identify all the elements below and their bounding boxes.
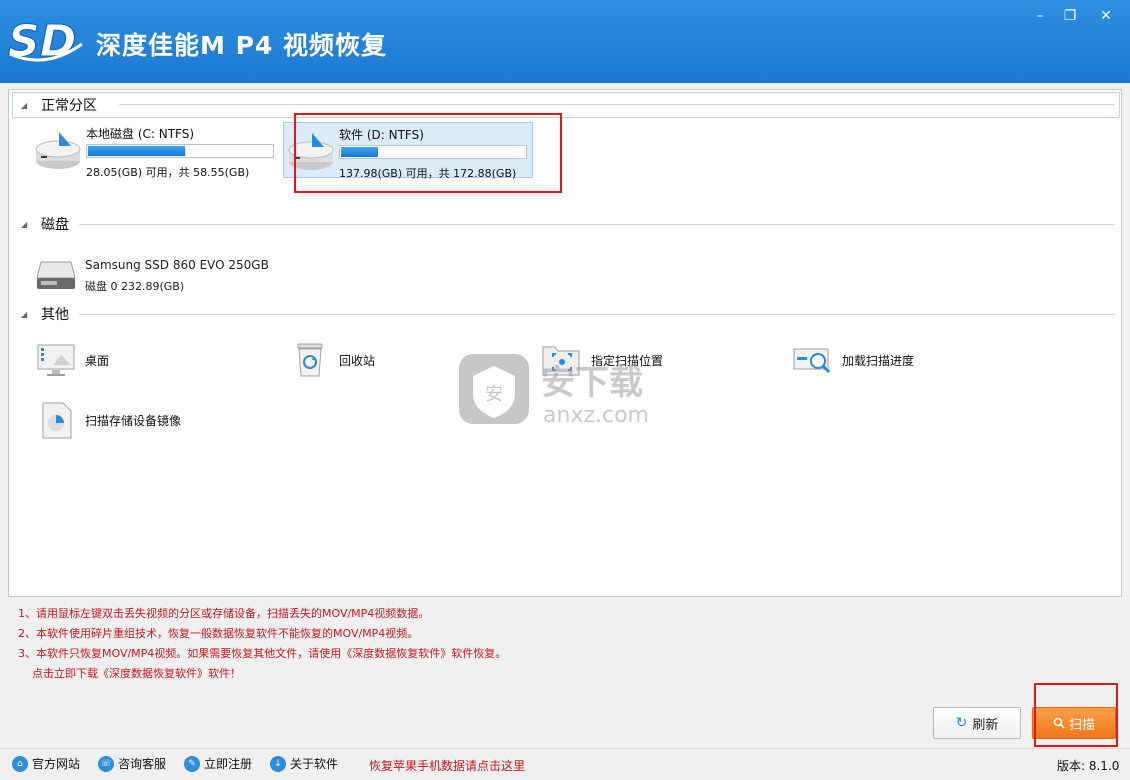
partitions-section-header-box (12, 92, 1120, 118)
other-item-load-progress[interactable]: 加载扫描进度 (792, 340, 914, 380)
minimize-button[interactable]: – (1027, 4, 1053, 28)
status-bar: ⌂ 官方网站 ☏ 咨询客服 ✎ 立即注册 ↓ 关于软件 恢复苹果手机数据请点击这… (0, 748, 1130, 780)
disk-name: Samsung SSD 860 EVO 250GB (85, 258, 269, 272)
partition-usage: 28.05(GB) 可用，共 58.55(GB) (86, 166, 250, 179)
other-item-label: 扫描存储设备镜像 (85, 413, 182, 428)
main-panel: ◢ 正常分区 本地磁盘 (C: NTFS) 28.05(GB) 可用，共 58.… (8, 89, 1122, 597)
section-label: 其他 (41, 307, 69, 323)
refresh-button[interactable]: ↻ 刷新 (933, 707, 1021, 739)
collapse-triangle-icon[interactable]: ◢ (21, 101, 31, 110)
tip-line: 3、本软件只恢复MOV/MP4视频。如果需要恢复其他文件，请使用《深度数据恢复软… (18, 647, 507, 660)
other-item-recycle-bin[interactable]: 回收站 (289, 340, 375, 380)
hard-disk-icon (36, 261, 76, 289)
tips-panel: 1、请用鼠标左键双击丢失视频的分区或存储设备，扫描丢失的MOV/MP4视频数据。… (18, 604, 506, 684)
svg-text:安: 安 (485, 384, 503, 405)
partition-item-c[interactable]: 本地磁盘 (C: NTFS) 28.05(GB) 可用，共 58.55(GB) (31, 122, 281, 179)
partition-item-d[interactable]: 软件 (D: NTFS) 137.98(GB) 可用，共 172.88(GB) (283, 122, 533, 180)
refresh-label: 刷新 (972, 717, 999, 733)
status-link-label: 关于软件 (290, 757, 339, 771)
tip-line: 2、本软件使用碎片重组技术，恢复一般数据恢复软件不能恢复的MOV/MP4视频。 (18, 627, 419, 640)
watermark-logo: 安 安下载 anxz.com (459, 354, 649, 428)
register-link[interactable]: ✎ 立即注册 (184, 755, 252, 772)
status-link-label: 咨询客服 (118, 757, 167, 771)
scan-label: 扫描 (1068, 717, 1095, 733)
tip-line: 1、请用鼠标左键双击丢失视频的分区或存储设备，扫描丢失的MOV/MP4视频数据。 (18, 607, 430, 620)
collapse-triangle-icon[interactable]: ◢ (21, 220, 31, 229)
section-divider (79, 314, 1115, 315)
recycle-bin-icon (297, 343, 323, 377)
about-icon: ↓ (270, 755, 286, 772)
register-icon: ✎ (184, 755, 200, 772)
search-icon (1053, 717, 1065, 729)
app-title: 深度佳能M P4 视频恢复 (96, 31, 388, 60)
refresh-icon: ↻ (955, 715, 968, 731)
others-section-header[interactable]: ◢ 其他 (21, 304, 69, 324)
disk-item[interactable]: Samsung SSD 860 EVO 250GB 磁盘 0 232.89(GB… (33, 254, 293, 298)
status-link-label: 官方网站 (32, 757, 81, 771)
official-site-link[interactable]: ⌂ 官方网站 (12, 755, 80, 772)
about-link[interactable]: ↓ 关于软件 (270, 755, 338, 772)
section-divider (79, 224, 1115, 225)
section-divider (119, 104, 1115, 105)
usage-bar-fill (341, 147, 379, 157)
version-label: 版本: 8.1.0 (1057, 759, 1120, 773)
other-item-label: 回收站 (339, 353, 376, 368)
download-link[interactable]: 点击立即下载《深度数据恢复软件》软件！ (18, 664, 506, 684)
home-icon: ⌂ (12, 755, 28, 772)
section-label: 磁盘 (41, 217, 69, 233)
other-item-disk-image[interactable]: 扫描存储设备镜像 (35, 400, 181, 440)
app-logo: SD (8, 16, 83, 66)
section-label: 正常分区 (41, 98, 97, 114)
disk-image-icon (42, 402, 72, 439)
other-item-label: 加载扫描进度 (842, 353, 915, 368)
partition-usage: 137.98(GB) 可用，共 172.88(GB) (339, 167, 517, 180)
usage-bar (339, 145, 527, 159)
partition-name: 软件 (D: NTFS) (339, 128, 424, 142)
support-icon: ☏ (98, 755, 114, 772)
svg-text:安下载: 安下载 (541, 363, 643, 403)
other-item-desktop[interactable]: 桌面 (35, 340, 109, 380)
usage-bar (86, 144, 274, 158)
partition-name: 本地磁盘 (C: NTFS) (86, 127, 195, 141)
collapse-triangle-icon[interactable]: ◢ (21, 310, 31, 319)
svg-text:anxz.com: anxz.com (543, 403, 649, 428)
disks-section-header[interactable]: ◢ 磁盘 (21, 214, 69, 234)
load-progress-icon (793, 348, 831, 374)
usage-bar-fill (88, 146, 185, 156)
restore-button[interactable]: ❐ (1057, 4, 1083, 28)
close-button[interactable]: ✕ (1093, 4, 1119, 28)
disk-info: 磁盘 0 232.89(GB) (85, 280, 185, 293)
drive-icon (288, 133, 334, 170)
drive-icon (35, 132, 81, 169)
other-item-label: 桌面 (85, 353, 110, 368)
title-bar: SD 深度佳能M P4 视频恢复 – ❐ ✕ (0, 0, 1130, 83)
partitions-section-header[interactable]: ◢ 正常分区 (21, 95, 97, 115)
status-link-label: 立即注册 (204, 757, 253, 771)
scan-button[interactable]: 扫描 (1032, 707, 1116, 739)
desktop-icon (37, 344, 75, 376)
support-link[interactable]: ☏ 咨询客服 (98, 755, 166, 772)
iphone-recovery-link[interactable]: 恢复苹果手机数据请点击这里 (369, 757, 525, 774)
